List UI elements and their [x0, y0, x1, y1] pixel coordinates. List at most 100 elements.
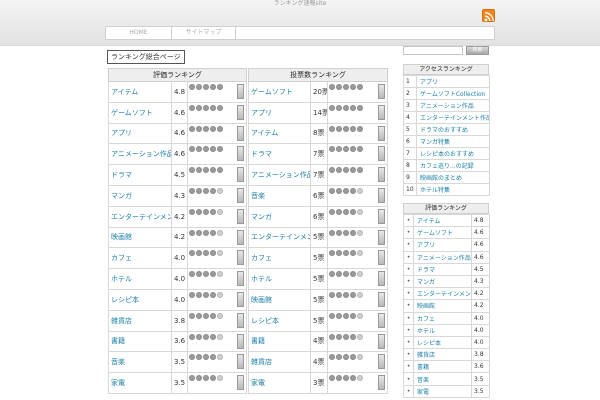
star-rating-group[interactable] — [189, 125, 224, 133]
star-icon[interactable] — [329, 250, 335, 257]
item-name-link[interactable]: エンターテインメント作品 — [108, 205, 172, 228]
vote-button[interactable] — [378, 84, 386, 99]
vote-button[interactable] — [378, 167, 386, 183]
star-icon[interactable] — [350, 229, 356, 236]
star-icon[interactable] — [350, 354, 356, 361]
star-rating-group[interactable] — [189, 229, 224, 237]
star-icon[interactable] — [350, 167, 356, 174]
star-icon[interactable] — [189, 312, 195, 319]
star-icon[interactable] — [210, 146, 216, 153]
star-icon[interactable] — [196, 354, 202, 361]
vote-button[interactable] — [378, 146, 386, 162]
star-icon[interactable] — [189, 146, 195, 153]
item-name-link[interactable]: 書籍 — [108, 330, 172, 353]
score-link[interactable]: 映画館 — [413, 299, 472, 313]
star-icon[interactable] — [203, 229, 209, 236]
star-icon[interactable] — [203, 312, 209, 319]
star-icon[interactable] — [210, 187, 216, 194]
star-rating-group[interactable] — [189, 354, 224, 361]
item-name-link[interactable]: アニメーション作品 — [248, 164, 311, 186]
search-button[interactable]: 検索 — [466, 46, 489, 55]
search-input[interactable] — [403, 46, 463, 55]
star-icon[interactable] — [343, 250, 349, 257]
star-icon[interactable] — [350, 84, 356, 90]
star-icon[interactable] — [336, 250, 342, 257]
star-icon[interactable] — [217, 104, 223, 111]
item-name-link[interactable]: レシピ本 — [108, 288, 172, 311]
star-icon[interactable] — [343, 84, 349, 90]
star-icon[interactable] — [203, 250, 209, 257]
score-link[interactable]: アニメーション作品 — [413, 250, 472, 264]
rank-link[interactable]: アプリ — [416, 75, 490, 88]
score-link[interactable]: ドラマ — [413, 262, 472, 276]
score-link[interactable]: エンターテインメント作品 — [413, 287, 472, 301]
star-icon[interactable] — [217, 84, 223, 90]
star-rating-group[interactable] — [189, 250, 224, 257]
star-icon[interactable] — [350, 146, 356, 153]
star-rating-group[interactable] — [329, 84, 364, 91]
rank-link[interactable]: 映画館のまとめ — [416, 171, 490, 184]
star-icon[interactable] — [210, 104, 216, 111]
star-icon[interactable] — [329, 333, 335, 340]
star-icon[interactable] — [343, 333, 349, 340]
star-icon[interactable] — [196, 333, 202, 340]
rank-link[interactable]: ホテル特集 — [416, 183, 490, 196]
vote-button[interactable] — [237, 375, 245, 391]
star-rating-group[interactable] — [329, 291, 364, 299]
rank-link[interactable]: エンターテインメント作品 — [416, 111, 490, 124]
star-icon[interactable] — [196, 312, 202, 319]
star-icon[interactable] — [217, 291, 223, 298]
star-icon[interactable] — [203, 333, 209, 340]
star-icon[interactable] — [189, 271, 195, 278]
star-rating-group[interactable] — [329, 333, 364, 341]
star-icon[interactable] — [336, 291, 342, 298]
item-name-link[interactable]: レシピ本 — [248, 309, 311, 332]
score-link[interactable]: 音楽 — [413, 372, 472, 386]
star-icon[interactable] — [357, 229, 363, 236]
star-icon[interactable] — [217, 375, 223, 382]
star-icon[interactable] — [210, 354, 216, 361]
item-name-link[interactable]: カフェ — [248, 247, 311, 270]
star-icon[interactable] — [343, 104, 349, 111]
star-icon[interactable] — [189, 125, 195, 132]
star-icon[interactable] — [196, 187, 202, 194]
star-icon[interactable] — [357, 187, 363, 194]
star-icon[interactable] — [329, 312, 335, 319]
star-rating-group[interactable] — [329, 229, 364, 237]
star-rating-group[interactable] — [329, 208, 364, 216]
item-name-link[interactable]: エンターテインメント作品 — [248, 226, 311, 249]
star-icon[interactable] — [203, 291, 209, 298]
star-icon[interactable] — [210, 250, 216, 257]
star-icon[interactable] — [196, 104, 202, 111]
vote-button[interactable] — [378, 187, 386, 203]
star-icon[interactable] — [189, 250, 195, 257]
star-rating-group[interactable] — [189, 208, 224, 216]
rank-link[interactable]: アニメーション作品 — [416, 99, 490, 112]
star-icon[interactable] — [329, 104, 335, 111]
star-icon[interactable] — [217, 167, 223, 174]
item-name-link[interactable]: 映画館 — [108, 226, 172, 249]
score-link[interactable]: マンガ — [413, 274, 472, 289]
vote-button[interactable] — [378, 291, 386, 307]
nav-item-sitemap[interactable]: サイトマップ — [172, 27, 236, 39]
rank-link[interactable]: ゲームソフトCollection — [416, 87, 490, 100]
star-icon[interactable] — [357, 146, 363, 153]
star-icon[interactable] — [189, 187, 195, 194]
item-name-link[interactable]: アイテム — [108, 81, 172, 103]
star-icon[interactable] — [217, 250, 223, 257]
rank-link[interactable]: カフェ巡り...の記録 — [416, 159, 490, 172]
item-name-link[interactable]: ホテル — [248, 268, 311, 290]
star-icon[interactable] — [210, 208, 216, 215]
star-rating-group[interactable] — [329, 250, 364, 257]
star-icon[interactable] — [336, 125, 342, 132]
item-name-link[interactable]: アプリ — [108, 122, 172, 145]
star-icon[interactable] — [343, 229, 349, 236]
star-icon[interactable] — [336, 333, 342, 340]
item-name-link[interactable]: 音楽 — [248, 184, 311, 207]
item-name-link[interactable]: 家電 — [108, 372, 172, 394]
star-rating-group[interactable] — [189, 167, 224, 174]
score-link[interactable]: 家電 — [413, 384, 472, 398]
star-icon[interactable] — [217, 146, 223, 153]
star-rating-group[interactable] — [189, 84, 224, 91]
star-icon[interactable] — [189, 84, 195, 90]
